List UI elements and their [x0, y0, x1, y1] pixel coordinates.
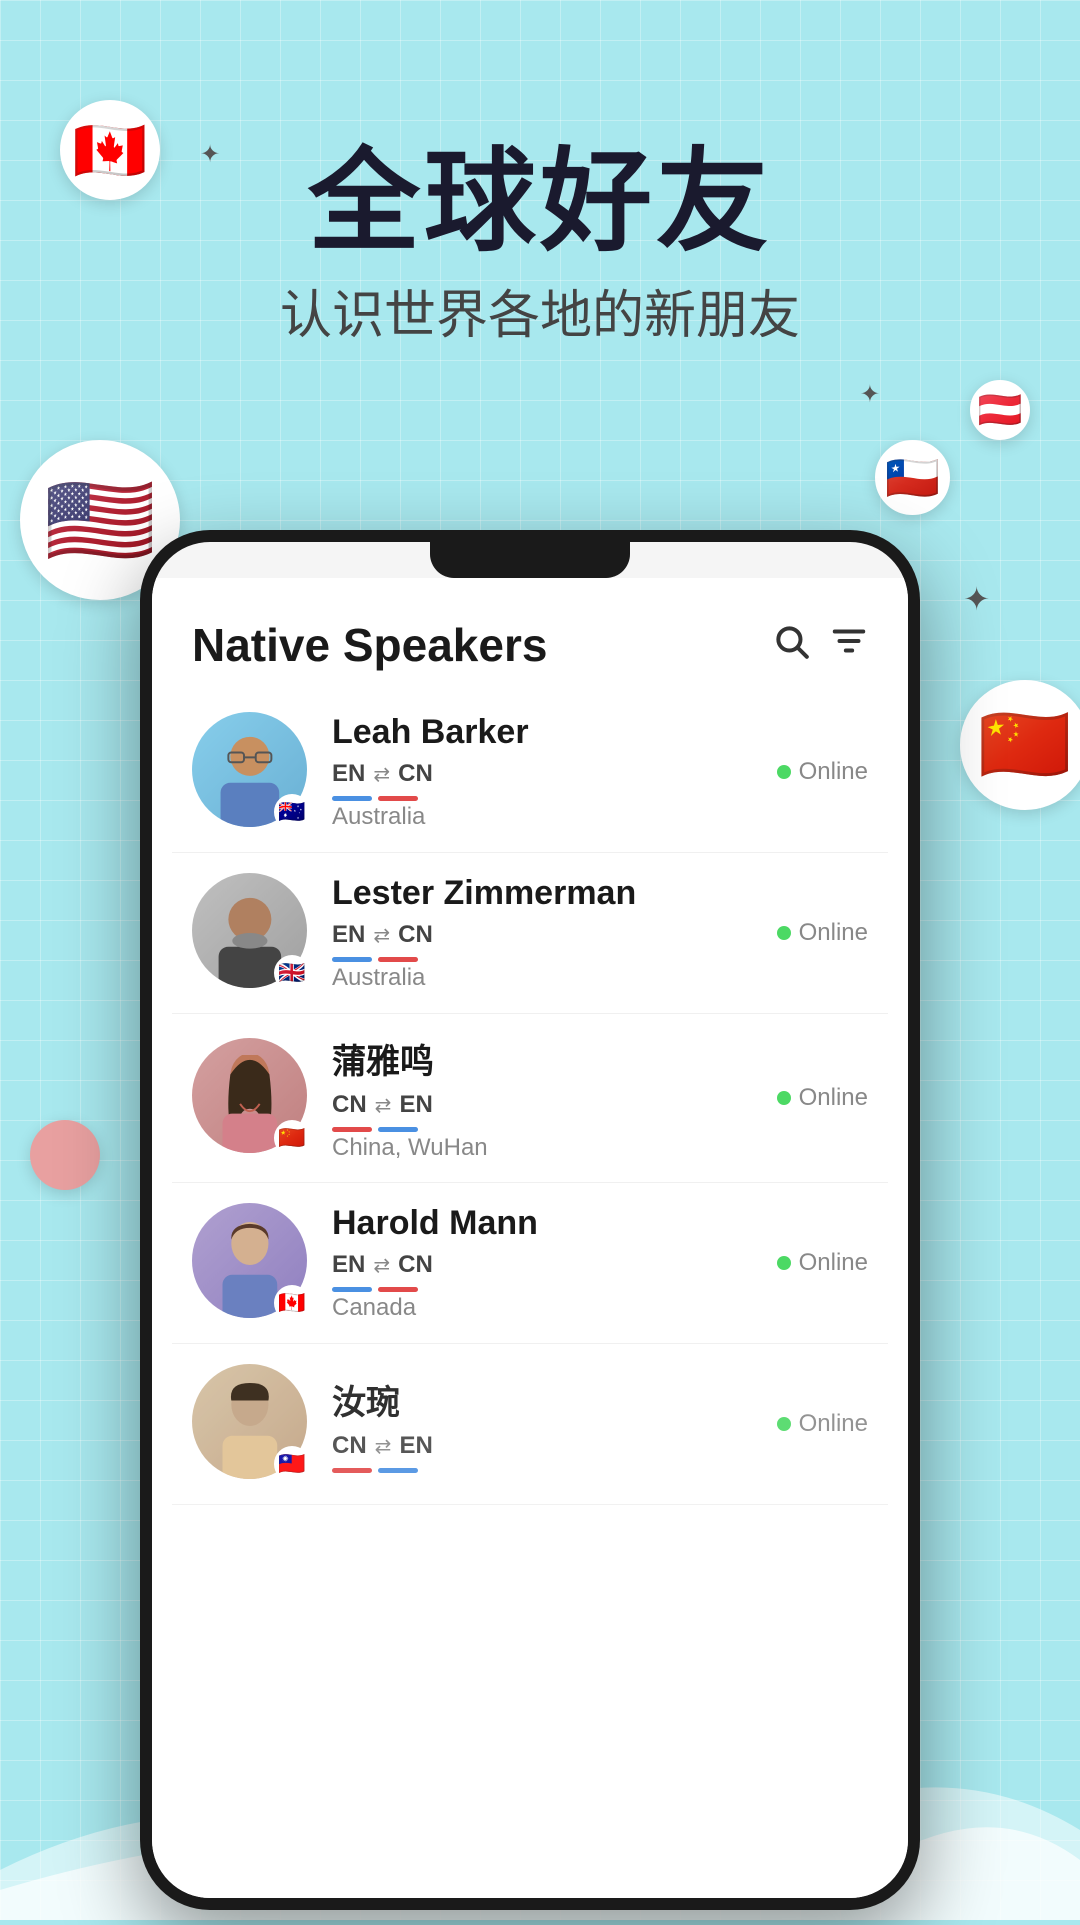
phone-frame: Native Speakers [140, 530, 920, 1910]
decorative-pink-circle [30, 1120, 100, 1190]
lang-bar-en [378, 1468, 418, 1473]
lang-to: EN [399, 1432, 432, 1460]
user-flag: 🇹🇼 [274, 1446, 310, 1482]
phone-notch [430, 542, 630, 578]
online-status: Online [777, 1249, 868, 1277]
online-status: Online [777, 758, 868, 786]
lang-to: EN [399, 1091, 432, 1119]
lang-bar-cn [332, 1127, 372, 1132]
online-label: Online [799, 1410, 868, 1438]
online-label: Online [799, 1249, 868, 1277]
user-location: China, WuHan [332, 1134, 777, 1162]
lang-bar-cn [378, 1287, 418, 1292]
lang-exchange-icon: ⇄ [373, 923, 390, 948]
online-dot [777, 765, 791, 779]
online-dot [777, 1256, 791, 1270]
online-dot [777, 926, 791, 940]
user-info: Leah Barker EN ⇄ CN Australia [332, 713, 777, 831]
lang-row: CN ⇄ EN [332, 1091, 777, 1119]
avatar-container: 🇹🇼 [192, 1364, 312, 1484]
list-item[interactable]: 🇹🇼 汝琬 CN ⇄ EN [172, 1344, 888, 1505]
lang-from: CN [332, 1091, 367, 1119]
lang-row: EN ⇄ CN [332, 921, 777, 949]
lang-to: CN [398, 1251, 433, 1279]
main-title: 全球好友 [0, 140, 1080, 263]
lang-exchange-icon: ⇄ [375, 1434, 392, 1459]
online-status: Online [777, 919, 868, 947]
online-status: Online [777, 1410, 868, 1438]
flag-austria: 🇦🇹 [970, 380, 1030, 440]
lang-exchange-icon: ⇄ [373, 762, 390, 787]
lang-bar-cn [378, 957, 418, 962]
user-name: Leah Barker [332, 713, 777, 752]
sub-title: 认识世界各地的新朋友 [0, 273, 1080, 348]
user-info: 蒲雅鸣 CN ⇄ EN China, WuHan [332, 1034, 777, 1162]
list-item[interactable]: 🇨🇦 Harold Mann EN ⇄ CN [172, 1183, 888, 1344]
avatar-container: 🇨🇳 [192, 1038, 312, 1158]
online-label: Online [799, 758, 868, 786]
user-name: 汝琬 [332, 1375, 777, 1424]
app-content: Native Speakers [152, 578, 908, 1898]
flag-chile: 🇨🇱 [875, 440, 950, 515]
online-label: Online [799, 1084, 868, 1112]
sparkle-decoration-2: ✦ [860, 380, 880, 409]
avatar-container: 🇬🇧 [192, 873, 312, 993]
filter-icon[interactable] [830, 622, 868, 669]
lang-bar-en [378, 1127, 418, 1132]
lang-row: EN ⇄ CN [332, 760, 777, 788]
user-flag: 🇨🇳 [274, 1120, 310, 1156]
avatar-container: 🇨🇦 [192, 1203, 312, 1323]
lang-bar-en [332, 957, 372, 962]
lang-row: EN ⇄ CN [332, 1251, 777, 1279]
lang-bar-en [332, 1287, 372, 1292]
user-info: Lester Zimmerman EN ⇄ CN Australia [332, 874, 777, 992]
user-info: Harold Mann EN ⇄ CN Canada [332, 1204, 777, 1322]
title-section: 全球好友 认识世界各地的新朋友 [0, 140, 1080, 348]
header-icons [772, 622, 868, 669]
user-info: 汝琬 CN ⇄ EN [332, 1375, 777, 1473]
online-status: Online [777, 1084, 868, 1112]
user-name: Harold Mann [332, 1204, 777, 1243]
lang-row: CN ⇄ EN [332, 1432, 777, 1460]
lang-to: CN [398, 921, 433, 949]
user-list: 🇦🇺 Leah Barker EN ⇄ CN [152, 692, 908, 1505]
user-flag: 🇨🇦 [274, 1285, 310, 1321]
user-location: Australia [332, 964, 777, 992]
lang-to: CN [398, 760, 433, 788]
user-flag: 🇬🇧 [274, 955, 310, 991]
user-location: Australia [332, 803, 777, 831]
avatar-container: 🇦🇺 [192, 712, 312, 832]
user-name: 蒲雅鸣 [332, 1034, 777, 1083]
user-name: Lester Zimmerman [332, 874, 777, 913]
user-flag: 🇦🇺 [274, 794, 310, 830]
lang-from: EN [332, 1251, 365, 1279]
phone-screen: Native Speakers [152, 542, 908, 1898]
app-header: Native Speakers [152, 578, 908, 692]
lang-from: EN [332, 921, 365, 949]
lang-exchange-icon: ⇄ [373, 1253, 390, 1278]
list-item[interactable]: 🇨🇳 蒲雅鸣 CN ⇄ EN [172, 1014, 888, 1183]
lang-from: CN [332, 1432, 367, 1460]
user-location: Canada [332, 1294, 777, 1322]
lang-bar-cn [332, 1468, 372, 1473]
list-item[interactable]: 🇦🇺 Leah Barker EN ⇄ CN [172, 692, 888, 853]
online-label: Online [799, 919, 868, 947]
lang-from: EN [332, 760, 365, 788]
online-dot [777, 1091, 791, 1105]
lang-exchange-icon: ⇄ [375, 1093, 392, 1118]
phone-container: Native Speakers [140, 530, 1080, 1920]
app-screen-title: Native Speakers [192, 618, 547, 672]
lang-bar-cn [378, 796, 418, 801]
list-item[interactable]: 🇬🇧 Lester Zimmerman EN ⇄ CN [172, 853, 888, 1014]
lang-bar-en [332, 796, 372, 801]
search-icon[interactable] [772, 622, 810, 669]
online-dot [777, 1417, 791, 1431]
